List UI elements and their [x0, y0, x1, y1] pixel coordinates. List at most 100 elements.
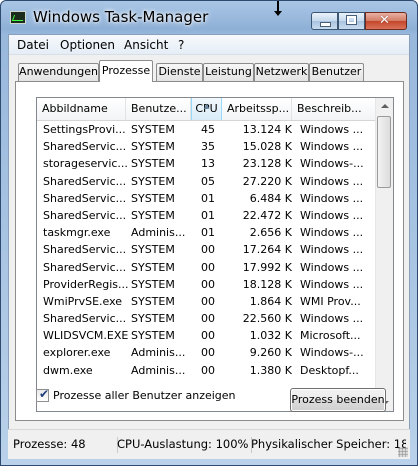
process-name: taskmgr.exe — [43, 226, 111, 240]
sort-indicator-icon: ▲ — [204, 102, 210, 110]
process-row[interactable]: SettingsProvi... SYSTEM 45 13.124 K Windows … — [37, 121, 377, 138]
title-bar[interactable]: Windows Task-Manager ✕ — [1, 1, 417, 35]
process-row[interactable]: SharedServic... SYSTEM 00 17.992 K Windows .… — [37, 259, 377, 276]
process-description: Windows ... — [300, 243, 364, 257]
maximize-button[interactable] — [338, 12, 365, 30]
process-cpu: 01 — [201, 226, 215, 240]
process-cpu: 13 — [201, 157, 215, 171]
process-cpu: 00 — [201, 329, 215, 343]
menu-datei[interactable]: Datei — [17, 38, 49, 52]
process-memory: 22.560 K — [242, 312, 292, 326]
process-user: SYSTEM — [131, 243, 175, 257]
process-description: Windows-... — [300, 157, 364, 171]
tab-benutzer[interactable]: Benutzer — [309, 63, 364, 81]
status-process-count: Prozesse: 48 — [13, 437, 118, 453]
process-description: Windows ... — [300, 191, 364, 205]
process-user: SYSTEM — [131, 174, 175, 188]
maximize-icon — [346, 15, 357, 25]
tab-netzwerk[interactable]: Netzwerk — [254, 63, 309, 81]
process-cpu: 05 — [201, 174, 215, 188]
process-cpu: 00 — [201, 243, 215, 257]
menu-ansicht[interactable]: Ansicht — [124, 38, 168, 52]
process-user: SYSTEM — [131, 208, 175, 222]
process-row[interactable]: explorer.exe Adminis... 00 9.260 K Windows-.… — [37, 344, 377, 361]
process-name: dwm.exe — [43, 363, 93, 377]
menu-optionen[interactable]: Optionen — [60, 38, 115, 52]
process-row[interactable]: SharedServic... SYSTEM 00 17.264 K Windows .… — [37, 241, 377, 258]
scrollbar-thumb[interactable] — [377, 116, 391, 188]
close-button[interactable]: ✕ — [365, 12, 407, 30]
process-user: SYSTEM — [131, 294, 175, 308]
resize-grip-icon[interactable] — [398, 447, 408, 457]
column-header-abbildname[interactable]: Abbildname — [37, 98, 126, 120]
process-row[interactable]: WLIDSVCM.EXE SYSTEM 00 1.032 K Microsoft... — [37, 327, 377, 344]
show-all-users-checkbox[interactable]: ✔ — [36, 387, 49, 402]
process-cpu: 00 — [201, 346, 215, 360]
process-memory: 23.128 K — [242, 157, 292, 171]
status-cpu-usage: CPU-Auslastung: 100% — [117, 437, 252, 453]
process-name: SharedServic... — [43, 243, 127, 257]
process-user: SYSTEM — [131, 140, 175, 154]
process-name: SettingsProvi... — [43, 123, 126, 136]
tab-anwendungen[interactable]: Anwendungen — [18, 63, 99, 81]
process-name: SharedServic... — [43, 174, 127, 188]
process-description: Windows-... — [300, 346, 364, 360]
process-description: Windows ... — [300, 140, 364, 154]
process-row[interactable]: ProviderRegis... SYSTEM 00 18.128 K Windows … — [37, 276, 377, 293]
process-description: Windows ... — [300, 174, 364, 188]
process-cpu: 45 — [201, 123, 215, 136]
minimize-button[interactable] — [311, 12, 338, 30]
column-header-beschreibung[interactable]: Beschreib... — [292, 98, 377, 120]
process-row[interactable]: SharedServic... SYSTEM 05 27.220 K Windows .… — [37, 173, 377, 190]
process-row[interactable]: SharedServic... SYSTEM 35 15.028 K Windows .… — [37, 138, 377, 155]
process-name: explorer.exe — [43, 346, 111, 360]
task-manager-app-icon — [10, 11, 26, 24]
process-cpu: 35 — [201, 140, 215, 154]
process-user: Adminis... — [131, 363, 186, 377]
window-title: Windows Task-Manager — [33, 8, 209, 26]
menu-bar: Datei Optionen Ansicht ? — [9, 35, 409, 55]
process-description: Windows ... — [300, 277, 364, 291]
column-header-cpu[interactable]: ▲ CPU — [191, 98, 222, 120]
mouse-cursor-icon — [274, 1, 282, 16]
process-row[interactable]: storageservic... SYSTEM 13 23.128 K Windows-… — [37, 155, 377, 172]
process-cpu: 00 — [201, 312, 215, 326]
process-memory: 1.032 K — [249, 329, 292, 343]
process-description: Desktopf... — [300, 363, 359, 377]
process-memory: 9.260 K — [249, 346, 292, 360]
process-user: Adminis... — [131, 346, 186, 360]
process-memory: 15.028 K — [242, 140, 292, 154]
process-memory: 1.380 K — [249, 363, 292, 377]
process-user: SYSTEM — [131, 191, 175, 205]
process-description: Windows ... — [300, 260, 364, 274]
column-header-benutzer[interactable]: Benutze... — [126, 98, 191, 120]
process-row[interactable]: SharedServic... SYSTEM 00 22.560 K Windows .… — [37, 310, 377, 327]
minimize-icon — [320, 22, 331, 27]
process-row[interactable]: taskmgr.exe Adminis... 01 2.656 K Windows ..… — [37, 224, 377, 241]
process-list[interactable]: Abbildname Benutze... ▲ CPU Arbeitssp...… — [36, 97, 394, 412]
process-user: Adminis... — [131, 226, 186, 240]
vertical-scrollbar[interactable] — [375, 98, 393, 411]
tab-leistung[interactable]: Leistung — [203, 63, 254, 81]
scroll-up-arrow-icon[interactable] — [376, 98, 393, 115]
process-user: SYSTEM — [131, 260, 175, 274]
process-cpu: 01 — [201, 208, 215, 222]
process-row[interactable]: WmiPrvSE.exe SYSTEM 00 1.864 K WMI Prov... — [37, 293, 377, 310]
process-cpu: 01 — [201, 191, 215, 205]
tab-dienste[interactable]: Dienste — [156, 63, 203, 81]
process-list-header: Abbildname Benutze... ▲ CPU Arbeitssp...… — [37, 98, 377, 121]
process-name: SharedServic... — [43, 191, 127, 205]
show-all-users-label[interactable]: Prozesse aller Benutzer anzeigen — [53, 389, 236, 402]
task-manager-window: Windows Task-Manager ✕ Datei Optionen An… — [0, 0, 418, 466]
end-process-button[interactable]: Prozess beenden — [290, 388, 386, 412]
process-memory: 17.992 K — [242, 260, 292, 274]
column-header-arbeitsspeicher[interactable]: Arbeitssp... — [222, 98, 292, 120]
process-row[interactable]: SharedServic... SYSTEM 01 22.472 K Windows .… — [37, 207, 377, 224]
process-memory: 17.264 K — [242, 243, 292, 257]
process-name: SharedServic... — [43, 140, 127, 154]
process-row[interactable]: SharedServic... SYSTEM 01 6.484 K Windows ..… — [37, 190, 377, 207]
process-user: SYSTEM — [131, 329, 175, 343]
menu-help[interactable]: ? — [178, 38, 184, 52]
process-row[interactable]: dwm.exe Adminis... 00 1.380 K Desktopf... — [37, 362, 377, 379]
tab-prozesse[interactable]: Prozesse — [99, 60, 153, 82]
